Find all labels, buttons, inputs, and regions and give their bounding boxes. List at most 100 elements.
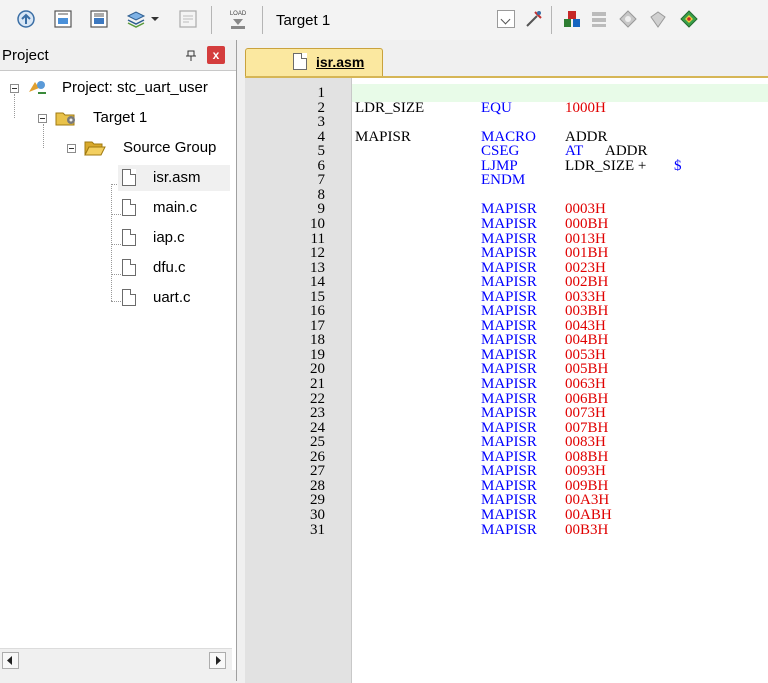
collapse-icon[interactable] — [67, 144, 76, 153]
line-number: 8 — [317, 186, 326, 203]
code-line[interactable]: 3 — [245, 115, 768, 130]
code-operand: 0073H — [565, 405, 606, 422]
tree-item-source-group[interactable]: Source Group — [0, 135, 236, 161]
code-line[interactable]: 7 ENDM — [245, 172, 768, 189]
manage-components-icon[interactable] — [560, 7, 584, 31]
target-select[interactable]: Target 1 — [276, 12, 330, 29]
line-number: 18 — [310, 332, 325, 349]
code-line[interactable]: 22 MAPISR 006BH — [245, 391, 768, 406]
collapse-icon[interactable] — [38, 114, 47, 123]
project-panel: Project x Project: stc_uart_user Target … — [0, 40, 237, 681]
code-keyword: MAPISR — [481, 506, 537, 523]
code-operand: 00A3H — [565, 492, 610, 509]
code-line[interactable]: 14 MAPISR 002BH — [245, 275, 768, 290]
code-operand: 0063H — [565, 376, 606, 392]
code-line[interactable]: 23 MAPISR 0073H — [245, 405, 768, 422]
code-line[interactable]: 19 MAPISR 0053H — [245, 346, 768, 363]
code-line[interactable]: 1 — [245, 85, 768, 101]
code-line[interactable]: 12 MAPISR 001BH — [245, 245, 768, 262]
code-line[interactable]: 28 MAPISR 009BH — [245, 478, 768, 493]
collapse-icon[interactable] — [10, 84, 19, 93]
tree-item-file[interactable]: dfu.c — [118, 255, 230, 281]
code-keyword: MAPISR — [481, 288, 537, 305]
target-dropdown-button[interactable] — [497, 10, 515, 28]
line-number: 16 — [310, 303, 325, 320]
code-line[interactable]: 2 LDR_SIZE EQU 1000H — [245, 100, 768, 115]
translate-icon[interactable] — [124, 7, 148, 31]
code-line[interactable]: 10 MAPISR 000BH — [245, 215, 768, 232]
code-operand: 0083H — [565, 434, 606, 451]
stop-build-icon[interactable] — [176, 7, 200, 31]
code-line[interactable]: 18 MAPISR 004BH — [245, 332, 768, 349]
scroll-left-button[interactable] — [2, 652, 19, 669]
code-line[interactable]: 15 MAPISR 0033H — [245, 288, 768, 305]
code-line[interactable]: 26 MAPISR 008BH — [245, 448, 768, 465]
code-operand: 0053H — [565, 346, 606, 363]
code-line[interactable]: 25 MAPISR 0083H — [245, 434, 768, 451]
editor-area: isr.asm 1 2 LDR_SIZE EQU 1000H 3 4 MAPISR MACRO A… — [237, 40, 768, 683]
code-keyword: LJMP — [481, 157, 518, 174]
code-operand: 00ABH — [565, 506, 612, 523]
code-operand: 003BH — [565, 303, 609, 320]
line-number: 30 — [310, 506, 325, 523]
code-operand: 008BH — [565, 448, 609, 465]
code-line[interactable]: 4 MAPISR MACRO ADDR — [245, 128, 768, 145]
tree-item-file[interactable]: uart.c — [118, 285, 230, 311]
tree-item-file[interactable]: main.c — [118, 195, 230, 221]
line-number: 17 — [310, 317, 325, 334]
code-line[interactable]: 21 MAPISR 0063H — [245, 376, 768, 392]
tree-item-file[interactable]: isr.asm — [118, 165, 230, 191]
code-operand: ADDR — [565, 128, 608, 145]
tree-item-target[interactable]: Target 1 — [0, 105, 236, 131]
code-line[interactable]: 17 MAPISR 0043H — [245, 317, 768, 334]
chevron-down-icon[interactable] — [148, 7, 162, 31]
scroll-right-button[interactable] — [209, 652, 226, 669]
code-operand: 00B3H — [565, 521, 609, 538]
code-keyword: MAPISR — [481, 346, 537, 363]
tree-item-file[interactable]: iap.c — [118, 225, 230, 251]
file-icon — [293, 53, 307, 70]
code-line[interactable]: 27 MAPISR 0093H — [245, 464, 768, 479]
file-label: uart.c — [153, 289, 191, 306]
code-line[interactable]: 31 MAPISR 00B3H — [245, 521, 768, 538]
code-line[interactable]: 20 MAPISR 005BH — [245, 362, 768, 377]
code-keyword: MAPISR — [481, 332, 537, 349]
batch-build-icon[interactable] — [87, 7, 111, 31]
code-keyword: ENDM — [481, 172, 526, 189]
tab-isr-asm[interactable]: isr.asm — [245, 48, 383, 76]
code-keyword: MAPISR — [481, 317, 537, 334]
code-editor[interactable]: 1 2 LDR_SIZE EQU 1000H 3 4 MAPISR MACRO ADDR 5 CSEG… — [245, 76, 768, 683]
file-icon — [122, 229, 136, 246]
target-options-icon[interactable] — [522, 7, 546, 31]
code-line[interactable]: 6 LJMP LDR_SIZE + $ — [245, 157, 768, 174]
code-keyword: CSEG — [481, 143, 520, 160]
layout-icon[interactable] — [677, 7, 701, 31]
select-packs-icon[interactable] — [587, 7, 611, 31]
rebuild-icon[interactable] — [51, 7, 75, 31]
code-line[interactable]: 30 MAPISR 00ABH — [245, 506, 768, 523]
code-line[interactable]: 9 MAPISR 0003H — [245, 202, 768, 217]
horizontal-scrollbar[interactable] — [0, 648, 232, 671]
line-number: 1 — [317, 85, 326, 101]
code-keyword: MAPISR — [481, 245, 537, 262]
file-label: dfu.c — [153, 259, 186, 276]
code-operand: 0023H — [565, 259, 606, 276]
load-icon[interactable]: LOAD — [226, 7, 250, 31]
runtime-env-icon[interactable] — [646, 7, 670, 31]
pin-icon[interactable] — [185, 49, 197, 61]
build-icon[interactable] — [14, 7, 38, 31]
code-operand: 0043H — [565, 317, 606, 334]
line-number: 10 — [310, 215, 325, 232]
tree-item-project[interactable]: Project: stc_uart_user — [0, 75, 236, 101]
code-line[interactable]: 11 MAPISR 0013H — [245, 230, 768, 247]
pack-installer-icon[interactable] — [616, 7, 640, 31]
code-line[interactable]: 29 MAPISR 00A3H — [245, 492, 768, 509]
code-line[interactable]: 8 — [245, 186, 768, 203]
code-line[interactable]: 24 MAPISR 007BH — [245, 420, 768, 435]
close-icon[interactable]: x — [207, 46, 225, 64]
code-line[interactable]: 5 CSEG AT ADDR — [245, 143, 768, 160]
code-line[interactable]: 13 MAPISR 0023H — [245, 259, 768, 276]
code-line[interactable]: 16 MAPISR 003BH — [245, 303, 768, 320]
file-icon — [122, 289, 136, 306]
code-operand: 0013H — [565, 230, 606, 247]
